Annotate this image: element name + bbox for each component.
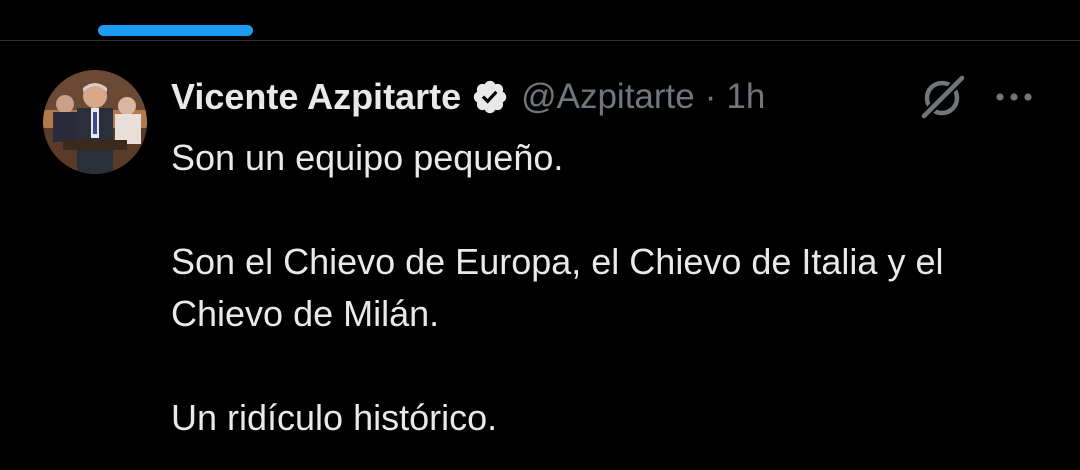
verified-badge-icon[interactable] xyxy=(471,78,509,116)
more-options-icon[interactable] xyxy=(992,84,1036,110)
tweet-header: Vicente Azpitarte @Azpitarte · 1h xyxy=(171,72,765,122)
separator-dot: · xyxy=(704,77,717,116)
grok-icon[interactable] xyxy=(918,74,968,120)
active-tab-indicator xyxy=(98,25,253,36)
tab-bar xyxy=(0,0,1080,41)
tweet-time[interactable]: 1h xyxy=(726,77,765,117)
author-handle[interactable]: @Azpitarte xyxy=(521,77,695,117)
author-name[interactable]: Vicente Azpitarte xyxy=(171,76,461,118)
tweet-paragraph: Son el Chievo de Europa, el Chievo de It… xyxy=(171,241,944,334)
tweet-paragraph: Un ridículo histórico. xyxy=(171,397,498,438)
tweet-text: Son un equipo pequeño. Son el Chievo de … xyxy=(171,132,1051,444)
avatar-photo xyxy=(43,70,147,174)
avatar[interactable] xyxy=(43,70,147,174)
tweet-paragraph: Son un equipo pequeño. xyxy=(171,137,564,178)
